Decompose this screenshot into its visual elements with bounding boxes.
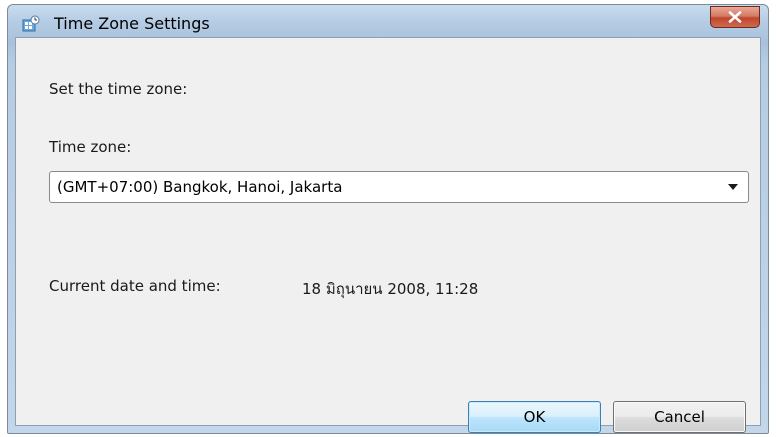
- close-button[interactable]: [710, 6, 760, 28]
- time-zone-settings-window: Time Zone Settings Set the time zone: Ti…: [7, 4, 769, 434]
- current-datetime-value: 18 มิถุนายน 2008, 11:28: [302, 280, 479, 298]
- current-datetime-label: Current date and time:: [49, 277, 221, 295]
- cancel-button[interactable]: Cancel: [613, 401, 746, 433]
- time-zone-settings-icon: [22, 15, 40, 33]
- timezone-selected-value: (GMT+07:00) Bangkok, Hanoi, Jakarta: [57, 178, 343, 196]
- ok-button[interactable]: OK: [468, 401, 601, 433]
- timezone-select[interactable]: (GMT+07:00) Bangkok, Hanoi, Jakarta: [49, 171, 749, 203]
- dropdown-arrow-icon: [728, 184, 738, 190]
- window-title: Time Zone Settings: [54, 14, 210, 33]
- dialog-content: Set the time zone: Time zone: (GMT+07:00…: [15, 37, 761, 433]
- dialog-heading: Set the time zone:: [49, 80, 188, 98]
- close-icon: [728, 11, 742, 23]
- timezone-label: Time zone:: [49, 138, 132, 156]
- title-bar[interactable]: Time Zone Settings: [8, 5, 768, 39]
